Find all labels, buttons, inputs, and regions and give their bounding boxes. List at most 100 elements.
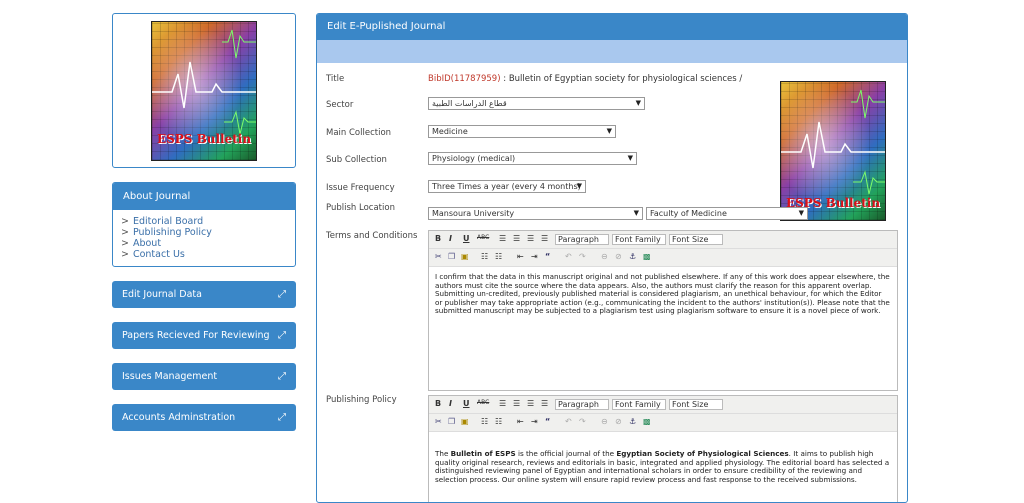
policy-editor-content[interactable]: The Bulletin of ESPS is the official jou… xyxy=(429,432,897,490)
indent-icon[interactable]: ⇥ xyxy=(531,417,538,426)
strikethrough-button[interactable]: ABC xyxy=(477,234,489,241)
bibid-link[interactable]: BibID(11787959) xyxy=(428,74,501,84)
chevron-down-icon: ▼ xyxy=(798,209,804,217)
faculty-select[interactable]: Faculty of Medicine ▼ xyxy=(646,207,808,220)
italic-button[interactable]: I xyxy=(449,234,452,243)
blockquote-icon[interactable]: “ xyxy=(545,417,550,426)
numbered-list-icon[interactable]: ☷ xyxy=(495,252,502,261)
outdent-icon[interactable]: ⇤ xyxy=(517,252,524,261)
about-item-about[interactable]: > About xyxy=(121,238,295,249)
about-item-label[interactable]: About xyxy=(133,238,161,249)
panel-subheader xyxy=(317,40,907,63)
copy-icon[interactable]: ❐ xyxy=(448,417,455,426)
nav-accounts-adminstration[interactable]: Accounts Adminstration ⤢ xyxy=(112,404,296,431)
paragraph-format-select[interactable]: Paragraph xyxy=(555,399,609,410)
anchor-icon[interactable]: ⚓ xyxy=(629,252,636,261)
align-justify-icon[interactable]: ☰ xyxy=(541,234,548,243)
undo-icon[interactable]: ↶ xyxy=(565,252,572,261)
about-journal-heading[interactable]: About Journal xyxy=(113,183,295,210)
sector-select[interactable]: قطاع الدراسات الطبية ▼ xyxy=(428,97,645,110)
align-left-icon[interactable]: ☰ xyxy=(499,399,506,408)
copy-icon[interactable]: ❐ xyxy=(448,252,455,261)
paragraph-format-select[interactable]: Paragraph xyxy=(555,234,609,245)
journal-cover-panel: ESPS Bulletin xyxy=(112,13,296,168)
main-collection-value: Medicine xyxy=(432,127,468,136)
bullet-list-icon[interactable]: ☷ xyxy=(481,252,488,261)
about-item-editorial-board[interactable]: > Editorial Board xyxy=(121,216,295,227)
issue-frequency-select[interactable]: Three Times a year (every 4 months) ▼ xyxy=(428,180,586,193)
unlink-icon[interactable]: ⊘ xyxy=(615,252,622,261)
strikethrough-button[interactable]: ABC xyxy=(477,399,489,406)
align-right-icon[interactable]: ☰ xyxy=(527,234,534,243)
cut-icon[interactable]: ✂ xyxy=(435,252,442,261)
paste-icon[interactable]: ▣ xyxy=(461,417,469,426)
policy-editor: B I U ABC ☰ ☰ ☰ ☰ Paragraph Font Family … xyxy=(428,395,898,502)
italic-button[interactable]: I xyxy=(449,399,452,408)
font-family-select[interactable]: Font Family xyxy=(612,234,666,245)
align-right-icon[interactable]: ☰ xyxy=(527,399,534,408)
anchor-icon[interactable]: ⚓ xyxy=(629,417,636,426)
about-item-contact-us[interactable]: > Contact Us xyxy=(121,249,295,260)
align-center-icon[interactable]: ☰ xyxy=(513,234,520,243)
editor-toolbar-row-1: B I U ABC ☰ ☰ ☰ ☰ Paragraph Font Family … xyxy=(429,396,897,414)
cut-icon[interactable]: ✂ xyxy=(435,417,442,426)
chevron-down-icon: ▼ xyxy=(627,154,633,162)
main-collection-select[interactable]: Medicine ▼ xyxy=(428,125,616,138)
align-center-icon[interactable]: ☰ xyxy=(513,399,520,408)
align-justify-icon[interactable]: ☰ xyxy=(541,399,548,408)
chevron-right-icon: > xyxy=(121,227,129,238)
title-label: Title xyxy=(326,74,345,84)
university-select[interactable]: Mansoura University ▼ xyxy=(428,207,643,220)
sub-collection-select[interactable]: Physiology (medical) ▼ xyxy=(428,152,637,165)
about-journal-list: > Editorial Board > Publishing Policy > Abo… xyxy=(113,210,295,260)
terms-editor-content[interactable]: I confirm that the data in this manuscri… xyxy=(429,267,897,322)
title-value: BibID(11787959) : Bulletin of Egyptian s… xyxy=(428,74,742,84)
publish-location-label: Publish Location xyxy=(326,203,395,213)
align-left-icon[interactable]: ☰ xyxy=(499,234,506,243)
bold-button[interactable]: B xyxy=(435,234,441,243)
nav-label: Edit Journal Data xyxy=(122,289,202,300)
format-value: Paragraph xyxy=(558,235,599,244)
about-item-label[interactable]: Contact Us xyxy=(133,249,185,260)
about-item-publishing-policy[interactable]: > Publishing Policy xyxy=(121,227,295,238)
terms-editor: B I U ABC ☰ ☰ ☰ ☰ Paragraph Font Family … xyxy=(428,230,898,391)
chevron-down-icon: ▼ xyxy=(633,209,639,217)
font-family-select[interactable]: Font Family xyxy=(612,399,666,410)
nav-issues-management[interactable]: Issues Management ⤢ xyxy=(112,363,296,390)
paste-icon[interactable]: ▣ xyxy=(461,252,469,261)
issue-frequency-label: Issue Frequency xyxy=(326,183,395,193)
image-icon[interactable]: ▩ xyxy=(643,417,651,426)
link-icon[interactable]: ⊖ xyxy=(601,252,608,261)
expand-icon: ⤢ xyxy=(278,330,286,341)
chevron-down-icon: ▼ xyxy=(606,127,612,135)
sub-collection-value: Physiology (medical) xyxy=(432,154,516,163)
bullet-list-icon[interactable]: ☷ xyxy=(481,417,488,426)
font-size-value: Font Size xyxy=(672,235,709,244)
bold-button[interactable]: B xyxy=(435,399,441,408)
journal-cover-image: ESPS Bulletin xyxy=(151,21,257,161)
underline-button[interactable]: U xyxy=(463,234,470,243)
numbered-list-icon[interactable]: ☷ xyxy=(495,417,502,426)
undo-icon[interactable]: ↶ xyxy=(565,417,572,426)
about-item-label[interactable]: Editorial Board xyxy=(133,216,203,227)
indent-icon[interactable]: ⇥ xyxy=(531,252,538,261)
sector-label: Sector xyxy=(326,100,354,110)
main-collection-label: Main Collection xyxy=(326,128,392,138)
underline-button[interactable]: U xyxy=(463,399,470,408)
editor-toolbar-row-2: ✂ ❐ ▣ ☷ ☷ ⇤ ⇥ “ ↶ ↷ ⊖ ⊘ ⚓ ▩ xyxy=(429,249,897,267)
nav-edit-journal-data[interactable]: Edit Journal Data ⤢ xyxy=(112,281,296,308)
font-size-select[interactable]: Font Size xyxy=(669,399,723,410)
chevron-right-icon: > xyxy=(121,249,129,260)
unlink-icon[interactable]: ⊘ xyxy=(615,417,622,426)
redo-icon[interactable]: ↷ xyxy=(579,417,586,426)
link-icon[interactable]: ⊖ xyxy=(601,417,608,426)
image-icon[interactable]: ▩ xyxy=(643,252,651,261)
outdent-icon[interactable]: ⇤ xyxy=(517,417,524,426)
editor-toolbar-row-2: ✂ ❐ ▣ ☷ ☷ ⇤ ⇥ “ ↶ ↷ ⊖ ⊘ ⚓ ▩ xyxy=(429,414,897,432)
nav-papers-recieved[interactable]: Papers Recieved For Reviewing ⤢ xyxy=(112,322,296,349)
redo-icon[interactable]: ↷ xyxy=(579,252,586,261)
chevron-right-icon: > xyxy=(121,238,129,249)
about-item-label[interactable]: Publishing Policy xyxy=(133,227,212,238)
blockquote-icon[interactable]: “ xyxy=(545,252,550,261)
font-size-select[interactable]: Font Size xyxy=(669,234,723,245)
